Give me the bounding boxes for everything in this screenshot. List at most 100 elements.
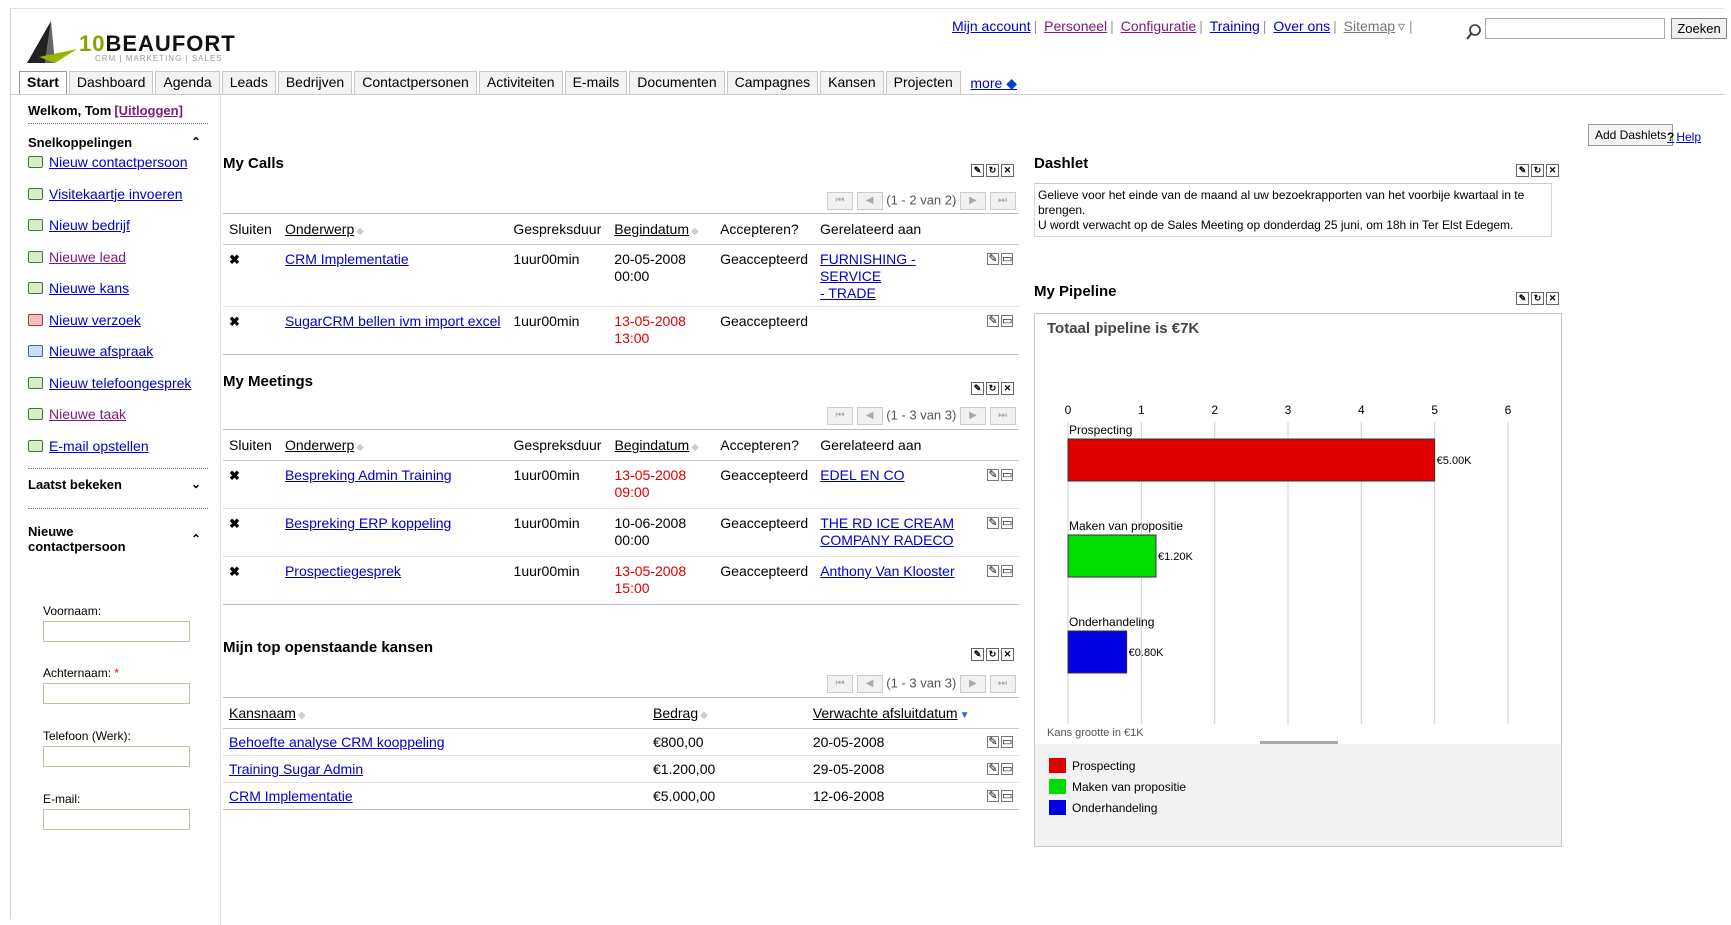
shortcut-new-company[interactable]: Nieuw bedrijf (28, 217, 191, 249)
edit-icon[interactable]: ✎ (987, 763, 999, 775)
tab-documenten[interactable]: Documenten (629, 71, 725, 94)
shortcut-new-meeting[interactable]: Nieuwe afspraak (28, 343, 191, 375)
related-link[interactable]: THE RD ICE CREAM COMPANY RADECO (814, 508, 979, 557)
collapse-up-icon[interactable]: ⌃ (191, 135, 201, 149)
col-header-sortable[interactable]: Begindatum ◆ (608, 213, 715, 245)
edit-icon[interactable]: ✎ (1516, 292, 1529, 305)
shortcut-new-opportunity[interactable]: Nieuwe kans (28, 280, 191, 312)
shortcut-compose-email[interactable]: E-mail opstellen (28, 438, 191, 470)
tab-bedrijven[interactable]: Bedrijven (277, 71, 353, 94)
search-input[interactable] (1485, 18, 1665, 39)
related-link[interactable]: FURNISHING - SERVICE - TRADE (814, 244, 979, 307)
close-icon[interactable]: ✖ (223, 508, 279, 557)
search-button[interactable]: Zoeken (1671, 18, 1727, 39)
tab-start[interactable]: Start (19, 71, 67, 94)
logo[interactable]: 10BEAUFORT CRM | MARKETING | SALES (25, 17, 275, 69)
edit-icon[interactable]: ✎ (987, 790, 999, 802)
col-header-sortable[interactable]: Bedrag ◆ (646, 697, 807, 729)
chevron-down-icon[interactable]: ▿ (1398, 18, 1405, 34)
close-icon[interactable]: ✖ (223, 460, 279, 509)
meeting-subject-link[interactable]: Bespreking Admin Training (285, 467, 452, 483)
next-page-button[interactable]: ▶ (959, 407, 986, 425)
related-link[interactable]: EDEL EN CO (814, 460, 979, 509)
tab-more[interactable]: more ◆ (970, 75, 1017, 91)
close-icon[interactable]: ✕ (1001, 164, 1014, 177)
edit-icon[interactable]: ✎ (987, 736, 999, 748)
opportunity-link[interactable]: Behoefte analyse CRM kooppeling (229, 734, 445, 750)
col-header-sortable[interactable]: Verwachte afsluitdatum ▼ (806, 697, 976, 729)
col-header-sortable[interactable]: Kansnaam ◆ (223, 697, 647, 729)
col-header-sortable[interactable]: Onderwerp ◆ (278, 429, 508, 461)
link-over-ons[interactable]: Over ons (1273, 18, 1330, 34)
edit-icon[interactable]: ✎ (971, 648, 984, 661)
edit-icon[interactable]: ✎ (971, 164, 984, 177)
refresh-icon[interactable]: ↻ (986, 164, 999, 177)
shortcut-new-task[interactable]: Nieuwe taak (28, 406, 191, 438)
next-page-button[interactable]: ▶ (959, 192, 986, 210)
opportunity-link[interactable]: CRM Implementatie (229, 788, 353, 804)
view-icon[interactable]: ▭ (1001, 790, 1013, 802)
view-icon[interactable]: ▭ (1001, 253, 1013, 265)
edit-icon[interactable]: ✎ (971, 382, 984, 395)
shortcuts-header[interactable]: Snelkoppelingen ⌃ (28, 135, 213, 150)
col-header-sortable[interactable]: Begindatum ◆ (608, 429, 715, 461)
tab-campagnes[interactable]: Campagnes (726, 71, 819, 94)
edit-icon[interactable]: ✎ (987, 253, 999, 265)
prev-page-button[interactable]: ◀ (856, 407, 883, 425)
collapse-up-icon[interactable]: ⌃ (191, 532, 201, 546)
refresh-icon[interactable]: ↻ (1531, 164, 1544, 177)
edit-icon[interactable]: ✎ (987, 469, 999, 481)
search-icon[interactable] (1463, 21, 1485, 43)
link-my-account[interactable]: Mijn account (952, 18, 1031, 34)
view-icon[interactable]: ▭ (1001, 469, 1013, 481)
shortcut-new-case[interactable]: Nieuw verzoek (28, 312, 191, 344)
close-icon[interactable]: ✖ (223, 306, 279, 355)
view-icon[interactable]: ▭ (1001, 763, 1013, 775)
tab-contactpersonen[interactable]: Contactpersonen (354, 71, 477, 94)
close-icon[interactable]: ✕ (1546, 292, 1559, 305)
refresh-icon[interactable]: ↻ (986, 382, 999, 395)
link-sitemap[interactable]: Sitemap (1344, 18, 1395, 34)
col-header-sortable[interactable]: Onderwerp ◆ (278, 213, 508, 245)
shortcut-business-card[interactable]: Visitekaartje invoeren (28, 186, 191, 218)
shortcut-new-contact[interactable]: Nieuw contactpersoon (28, 154, 191, 186)
link-training[interactable]: Training (1210, 18, 1260, 34)
tab-dashboard[interactable]: Dashboard (68, 71, 154, 94)
tab-projecten[interactable]: Projecten (885, 71, 961, 94)
close-icon[interactable]: ✕ (1001, 648, 1014, 661)
expand-down-icon[interactable]: ⌄ (191, 477, 201, 491)
opportunity-link[interactable]: Training Sugar Admin (229, 761, 363, 777)
view-icon[interactable]: ▭ (1001, 517, 1013, 529)
close-icon[interactable]: ✕ (1546, 164, 1559, 177)
new-contact-header[interactable]: Nieuwe contactpersoon ⌃ (28, 524, 213, 554)
tab-kansen[interactable]: Kansen (820, 71, 884, 94)
tab-agenda[interactable]: Agenda (155, 71, 220, 94)
last-viewed-header[interactable]: Laatst bekeken ⌄ (28, 477, 213, 492)
view-icon[interactable]: ▭ (1001, 736, 1013, 748)
view-icon[interactable]: ▭ (1001, 565, 1013, 577)
first-name-field[interactable] (43, 621, 190, 642)
close-icon[interactable]: ✖ (223, 244, 279, 307)
tab-leads[interactable]: Leads (221, 71, 276, 94)
add-dashlets-button[interactable]: Add Dashlets (1588, 124, 1674, 146)
refresh-icon[interactable]: ↻ (1531, 292, 1544, 305)
last-name-field[interactable] (43, 683, 190, 704)
edit-icon[interactable]: ✎ (987, 517, 999, 529)
edit-icon[interactable]: ✎ (1516, 164, 1529, 177)
last-page-button[interactable]: ⏭ (989, 192, 1016, 210)
shortcut-new-lead[interactable]: Nieuwe lead (28, 249, 191, 281)
prev-page-button[interactable]: ◀ (856, 192, 883, 210)
edit-icon[interactable]: ✎ (987, 315, 999, 327)
link-configuratie[interactable]: Configuratie (1121, 18, 1197, 34)
meeting-subject-link[interactable]: Bespreking ERP koppeling (285, 515, 451, 531)
email-field[interactable] (43, 809, 190, 830)
logout-link[interactable]: [Uitloggen] (114, 103, 183, 118)
next-page-button[interactable]: ▶ (959, 675, 986, 693)
last-page-button[interactable]: ⏭ (989, 675, 1016, 693)
tab-activiteiten[interactable]: Activiteiten (478, 71, 563, 94)
close-icon[interactable]: ✖ (223, 556, 279, 605)
refresh-icon[interactable]: ↻ (986, 648, 999, 661)
help-link[interactable]: ? Help (1667, 130, 1701, 144)
phone-field[interactable] (43, 746, 190, 767)
call-subject-link[interactable]: SugarCRM bellen ivm import excel (285, 313, 501, 329)
